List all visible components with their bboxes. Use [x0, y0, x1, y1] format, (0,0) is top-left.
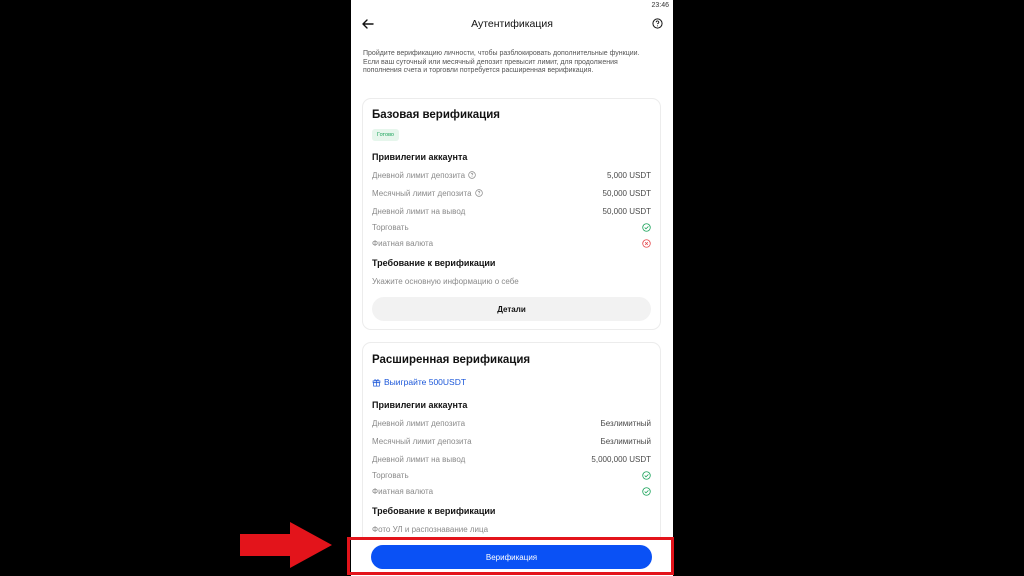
row-value: Безлимитный — [600, 418, 651, 428]
details-button[interactable]: Детали — [372, 297, 651, 321]
basic-title: Базовая верификация — [372, 109, 501, 121]
row-label: Дневной лимит депозита — [372, 418, 466, 428]
advanced-row-fiat: Фиатная валюта — [372, 485, 651, 497]
row-value: Безлимитный — [600, 436, 651, 446]
advanced-verification-card: Расширенная верификация Выиграйте 500USD… — [362, 342, 661, 552]
basic-row-trade: Торговать — [372, 221, 651, 233]
row-label: Месячный лимит депозита — [372, 188, 472, 198]
advanced-row-daily-deposit: Дневной лимит депозита Безлимитный — [372, 417, 651, 429]
question-circle-icon[interactable] — [652, 18, 663, 29]
row-label: Торговать — [372, 222, 409, 232]
row-value: 5,000,000 USDT — [591, 454, 651, 464]
status-badge: Готово — [372, 129, 399, 141]
gift-icon — [372, 378, 381, 386]
row-label: Фиатная валюта — [372, 486, 434, 496]
basic-requirement-title: Требование к верификации — [372, 258, 496, 268]
promo-label: Выиграйте 500USDT — [384, 377, 467, 387]
row-label: Месячный лимит депозита — [372, 436, 472, 446]
status-time: 23:46 — [651, 2, 669, 9]
row-label: Фиатная валюта — [372, 238, 434, 248]
advanced-row-daily-withdraw: Дневной лимит на вывод 5,000,000 USDT — [372, 453, 651, 465]
row-label: Дневной лимит депозита — [372, 170, 466, 180]
basic-verification-card: Базовая верификация Готово Привилегии ак… — [362, 98, 661, 330]
row-label: Дневной лимит на вывод — [372, 206, 466, 216]
basic-row-daily-withdraw: Дневной лимит на вывод 50,000 USDT — [372, 205, 651, 217]
row-value: 50,000 USDT — [602, 206, 651, 216]
advanced-requirement-title: Требование к верификации — [372, 506, 496, 516]
advanced-title: Расширенная верификация — [372, 354, 531, 366]
intro-text: Пройдите верификацию личности, чтобы раз… — [363, 50, 640, 74]
question-circle-icon[interactable] — [474, 189, 483, 197]
check-circle-icon — [642, 486, 651, 496]
basic-requirement-text: Укажите основную информацию о себе — [372, 277, 519, 286]
question-circle-icon[interactable] — [468, 171, 476, 179]
check-circle-icon — [642, 222, 651, 232]
page-title: Аутентификация — [471, 18, 553, 30]
basic-privileges-title: Привилегии аккаунта — [372, 152, 468, 162]
phone-screen: 23:46 Аутентификация Пройдите верификаци… — [351, 0, 673, 576]
promo-link[interactable]: Выиграйте 500USDT — [372, 377, 466, 387]
advanced-requirement-text: Фото УЛ и распознавание лица — [372, 525, 489, 534]
row-label: Дневной лимит на вывод — [372, 454, 466, 464]
row-value: 5,000 USDT — [606, 170, 651, 180]
advanced-row-trade: Торговать — [372, 469, 651, 481]
row-value: 50,000 USDT — [602, 188, 651, 198]
basic-row-fiat: Фиатная валюта — [372, 237, 651, 249]
advanced-privileges-title: Привилегии аккаунта — [372, 400, 468, 410]
bottom-action-bar: Верификация — [351, 538, 673, 576]
row-label: Торговать — [372, 470, 409, 480]
basic-row-daily-deposit: Дневной лимит депозита 5,000 USDT — [372, 169, 651, 181]
cross-circle-icon — [642, 238, 651, 248]
advanced-row-monthly-deposit: Месячный лимит депозита Безлимитный — [372, 435, 651, 447]
check-circle-icon — [642, 470, 651, 480]
verification-button[interactable]: Верификация — [371, 545, 652, 569]
arrow-right-icon — [240, 522, 332, 568]
app-bar: Аутентификация — [351, 12, 673, 36]
basic-row-monthly-deposit: Месячный лимит депозита 50,000 USDT — [372, 187, 651, 199]
